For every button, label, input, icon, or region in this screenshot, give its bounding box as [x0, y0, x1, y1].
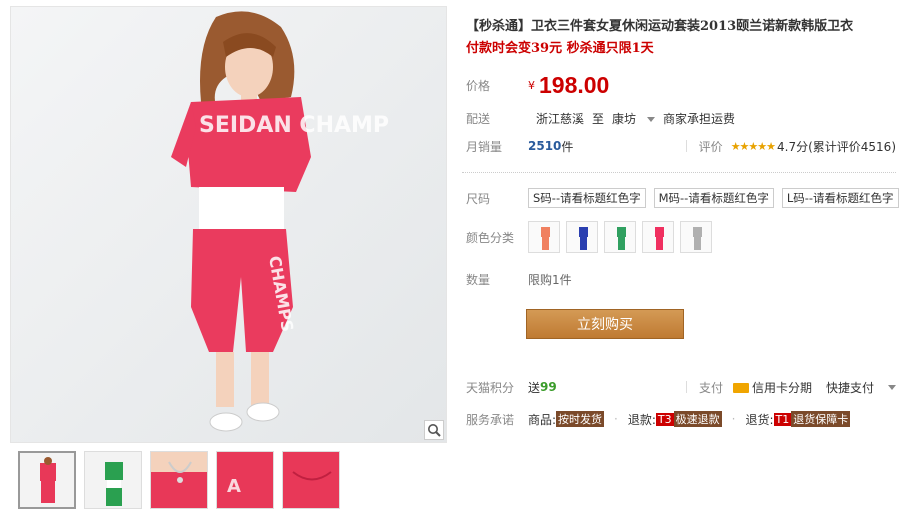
color-option-grey[interactable]: [680, 221, 712, 253]
return-guarantee-badge[interactable]: 退货保障卡: [791, 411, 851, 427]
gallery: SEIDAN CHAMP CHAMPS A: [10, 6, 447, 509]
thumbnail-4[interactable]: A: [216, 451, 274, 509]
thumbnail-strip: A: [10, 451, 447, 509]
service-item-3-prefix: 退货:: [745, 412, 774, 427]
price-label: 价格: [466, 78, 491, 93]
service-row: 服务承诺 商品: 按时发货 · 退款: T3 极速退款 · 退货: T1 退货保障卡: [466, 407, 896, 431]
sales-count: 2510: [528, 139, 562, 153]
t1-badge: T1: [773, 412, 792, 426]
quantity-limit: 限购1件: [528, 272, 572, 287]
main-product-image[interactable]: SEIDAN CHAMP CHAMPS: [10, 6, 447, 443]
dot-separator: ·: [731, 412, 736, 426]
t3-badge: T3: [655, 412, 674, 426]
shipping-label: 配送: [466, 111, 491, 126]
sales-label: 月销量: [466, 139, 503, 154]
thumbnail-5[interactable]: [282, 451, 340, 509]
shirt-print: SEIDAN CHAMP: [199, 113, 389, 138]
color-option-green[interactable]: [604, 221, 636, 253]
model-illustration: SEIDAN CHAMP CHAMPS: [11, 7, 446, 442]
svg-text:A: A: [227, 476, 241, 497]
price-value: 198.00: [539, 71, 610, 98]
size-label: 尺码: [466, 191, 491, 206]
currency-symbol: ¥: [528, 78, 535, 92]
zoom-icon[interactable]: [424, 420, 444, 440]
price-row: 价格 ¥ 198.00: [466, 70, 896, 100]
fast-refund-badge[interactable]: 极速退款: [673, 411, 722, 427]
points-value: 99: [540, 380, 557, 394]
thumbnail-2[interactable]: [84, 451, 142, 509]
dot-separator: ·: [614, 412, 618, 426]
thumbnail-3[interactable]: [150, 451, 208, 509]
size-option-m[interactable]: M码--请看标题红色字: [653, 188, 774, 208]
ship-to-value: 康坊: [612, 111, 637, 126]
size-option-l[interactable]: L码--请看标题红色字: [781, 188, 899, 208]
quick-pay[interactable]: 快捷支付: [826, 379, 874, 396]
points-prefix: 送: [528, 380, 541, 395]
color-option-orange[interactable]: [528, 221, 560, 253]
ship-from: 浙江慈溪: [536, 111, 585, 126]
rating-total[interactable]: (累计评价4516): [808, 138, 896, 155]
size-row: 尺码 S码--请看标题红色字 M码--请看标题红色字 L码--请看标题红色字: [466, 185, 899, 211]
ship-to-word: 至: [592, 111, 605, 126]
product-info: 【秒杀通】卫衣三件套女夏休闲运动套装2013颐兰诺新款韩版卫衣 付款时会变39元…: [462, 16, 899, 431]
color-option-pink[interactable]: [642, 221, 674, 253]
divider: [685, 140, 687, 152]
divider: [685, 381, 687, 393]
section-divider: [462, 172, 896, 173]
size-option-s[interactable]: S码--请看标题红色字: [528, 188, 646, 208]
credit-card-icon: [732, 383, 749, 393]
shipping-row: 配送 浙江慈溪 至 康坊 商家承担运费: [466, 106, 896, 130]
rating-label: 评价: [698, 139, 723, 154]
service-label: 服务承诺: [466, 412, 515, 427]
credit-installment-label: 信用卡分期: [751, 380, 812, 395]
service-item-1-prefix: 商品:: [528, 412, 557, 427]
quantity-row: 数量 限购1件: [466, 267, 896, 291]
payment-label: 支付: [698, 380, 723, 395]
thumbnail-1[interactable]: [18, 451, 76, 509]
quantity-label: 数量: [466, 272, 491, 287]
color-option-blue[interactable]: [566, 221, 598, 253]
rating-score: 4.7分: [777, 139, 809, 154]
points-label: 天猫积分: [466, 380, 515, 395]
product-title: 【秒杀通】卫衣三件套女夏休闲运动套装2013颐兰诺新款韩版卫衣: [466, 19, 854, 34]
color-row: 颜色分类: [466, 219, 896, 255]
product-subtitle: 付款时会变39元 秒杀通只限1天: [466, 41, 654, 56]
chevron-down-icon[interactable]: [888, 384, 896, 390]
star-rating-icon: ★★★★★: [730, 139, 776, 153]
on-time-shipping-badge[interactable]: 按时发货: [556, 411, 605, 427]
shipping-fee: 商家承担运费: [663, 111, 736, 126]
ship-to-select[interactable]: 康坊: [612, 110, 656, 127]
credit-installment[interactable]: 信用卡分期: [732, 379, 812, 396]
points-row: 天猫积分 送 99 支付 信用卡分期 快捷支付: [466, 375, 896, 399]
color-label: 颜色分类: [466, 230, 515, 245]
buy-now-button[interactable]: 立刻购买: [526, 309, 684, 339]
service-item-2-prefix: 退款:: [627, 412, 656, 427]
sales-row: 月销量 2510 件 评价 ★★★★★ 4.7分 (累计评价4516): [466, 134, 896, 158]
sales-unit: 件: [561, 139, 574, 154]
chevron-down-icon: [647, 116, 656, 122]
